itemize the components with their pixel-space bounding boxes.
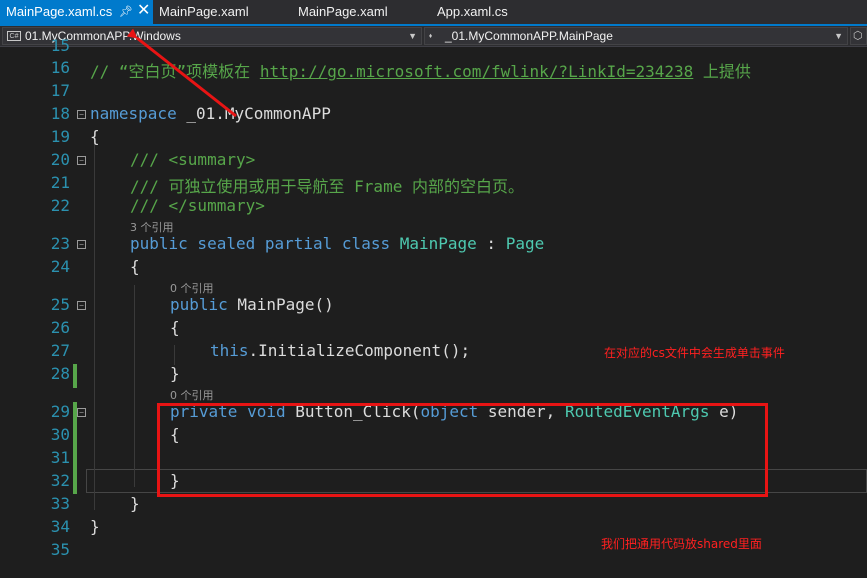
annotation-arrow [126,28,237,118]
arrow-line [126,28,237,118]
